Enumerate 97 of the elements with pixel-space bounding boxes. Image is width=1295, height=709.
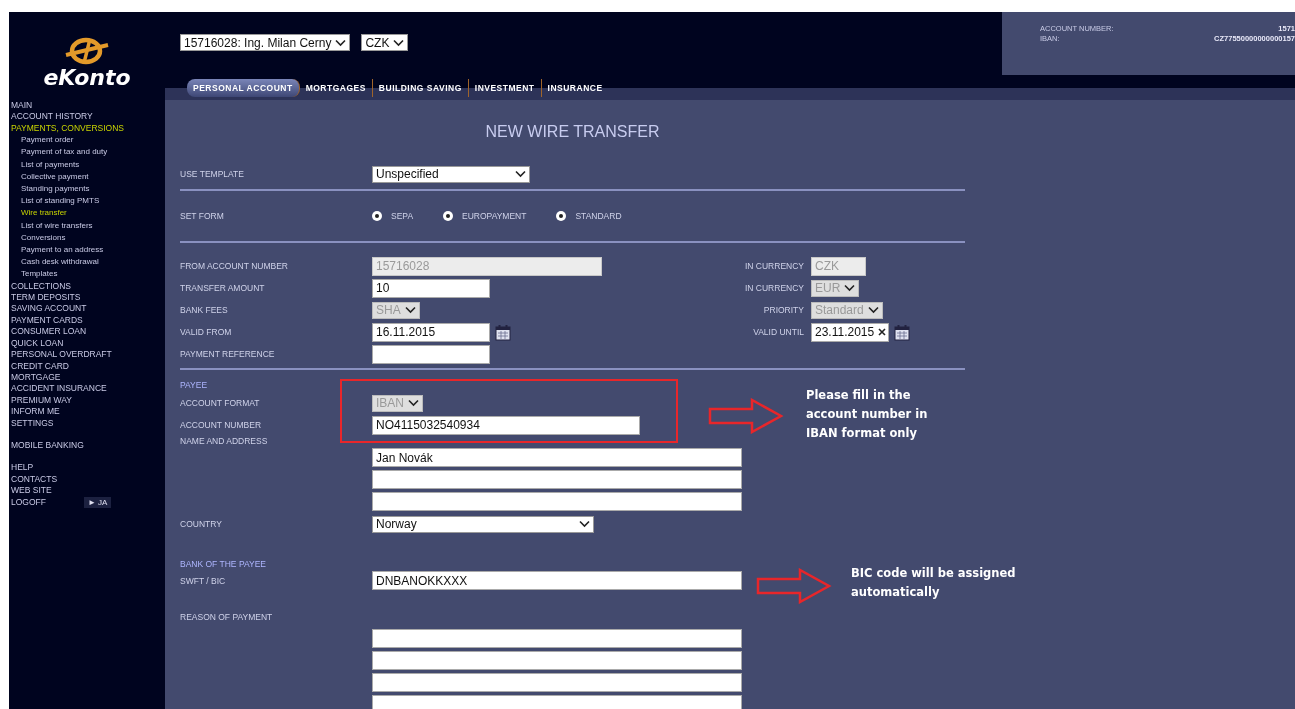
sidebar-link[interactable]: MOBILE BANKING [9,439,84,452]
field-label: PAYMENT REFERENCE [180,349,276,359]
text-field[interactable] [372,470,742,489]
text-field[interactable] [372,629,742,648]
sidebar-link[interactable]: CREDIT CARD [9,360,69,372]
sidebar-link[interactable]: ACCOUNT HISTORY [9,111,93,123]
annotation-text: BIC code will be assigned automatically [851,565,1017,601]
select-field[interactable]: Norway [372,515,594,533]
radio-label: SEPA [391,211,414,221]
sidebar-link[interactable]: Templates [9,268,58,281]
sidebar-link[interactable]: Standing payments [9,183,90,196]
calendar-icon[interactable] [894,323,910,341]
section-heading: PAYEE [180,380,209,390]
sidebar-link[interactable]: PREMIUM WAY [9,394,72,407]
radio-button[interactable] [372,211,382,221]
text-field[interactable]: Jan Novák [372,448,742,467]
chevron-icon [579,520,590,528]
sidebar-link[interactable]: Payment order [9,134,74,147]
sidebar-link[interactable]: LOGOFF [9,496,46,508]
currency-select[interactable]: CZK [361,34,409,51]
sidebar-link[interactable]: MAIN [9,100,33,112]
sidebar-link[interactable]: CONTACTS [9,473,58,486]
sidebar-link[interactable]: WEB SITE [9,485,52,497]
section-heading: BANK OF THE PAYEE [180,559,267,569]
sidebar-link[interactable]: List of payments [9,158,80,171]
nav-tab[interactable]: MORTGAGES [299,78,373,97]
nav-tab[interactable]: PERSONAL ACCOUNT [187,78,300,97]
field-label: PRIORITY [762,305,804,315]
field-label: NAME AND ADDRESS [180,436,269,446]
form-title: NEW WIRE TRANSFER [484,122,661,142]
language-button[interactable]: ► JA [83,496,112,508]
sidebar-link[interactable]: List of standing PMTS [9,195,100,208]
nav-tab[interactable]: INSURANCE [541,78,609,97]
sidebar-link[interactable]: COLLECTIONS [9,280,71,293]
text-field[interactable]: DNBANOKKXXX [372,571,742,590]
sidebar-link[interactable]: MORTGAGE [9,371,61,384]
sidebar-link[interactable]: Cash desk withdrawal [9,256,99,269]
chevron-icon [515,170,526,178]
sidebar-link[interactable]: HELP [9,462,34,474]
field-label: USE TEMPLATE [180,169,245,179]
radio-button[interactable] [556,211,567,221]
sidebar-link[interactable]: PERSONAL OVERDRAFT [9,349,112,361]
text-field[interactable] [372,695,742,709]
text-field[interactable] [372,673,742,692]
field-label: TRANSFER AMOUNT [180,283,266,293]
sidebar-link[interactable]: Wire transfer [9,207,67,220]
calendar-icon[interactable] [495,323,511,341]
sidebar-link[interactable]: PAYMENT CARDS [9,314,83,327]
chevron-icon [393,38,405,47]
field-label: IN CURRENCY [743,261,804,271]
chevron-icon [867,306,879,314]
field-label: COUNTRY [180,519,223,529]
chevron-icon [404,306,416,314]
logo-text: eKonto [43,66,131,90]
logo-icon [64,36,110,66]
field-label: ACCOUNT NUMBER [180,420,263,430]
text-field[interactable] [372,651,742,670]
sidebar-link[interactable]: SAVING ACCOUNT [9,303,87,315]
sidebar-link[interactable]: Collective payment [9,170,89,184]
sidebar-link[interactable]: CONSUMER LOAN [9,326,87,338]
field-label: SWFT / BIC [180,575,227,586]
text-field[interactable] [372,344,490,364]
field-label: ACCOUNT FORMAT [180,398,261,408]
radio-label: STANDARD [575,211,622,221]
sidebar-link[interactable]: List of wire transfers [9,219,93,232]
sidebar-link[interactable]: Conversions [9,231,66,245]
sidebar-link[interactable]: ACCIDENT INSURANCE [9,383,107,395]
field-label: VALID UNTIL [752,327,804,337]
sidebar-link[interactable]: INFORM ME [9,406,60,418]
sidebar-link[interactable]: TERM DEPOSITS [9,292,81,304]
annotation-text: Please fill in the account number in IBAN format only [806,387,929,442]
sidebar-link[interactable]: SETTINGS [9,417,54,429]
sidebar-link[interactable]: Payment to an address [9,244,104,257]
text-field[interactable]: NO4115032540934 [372,415,640,435]
chevron-icon [335,38,347,47]
field-label: VALID FROM [180,327,233,337]
text-field[interactable] [372,492,742,511]
sidebar-link[interactable]: PAYMENTS, CONVERSIONS [9,122,125,135]
sidebar-link[interactable]: Payment of tax and duty [9,146,108,159]
date-field[interactable]: 16.11.2015 [372,322,490,342]
sidebar-link[interactable]: QUICK LOAN [9,337,64,350]
nav-tab[interactable]: INVESTMENT [468,78,542,97]
radio-label: EUROPAYMENT [462,211,527,221]
field-label: BANK FEES [180,305,229,315]
clear-icon[interactable] [878,328,886,336]
field-label: IN CURRENCY [743,283,804,293]
nav-tab[interactable]: BUILDING SAVING [372,78,469,97]
date-field[interactable]: 23.11.2015 [811,322,889,342]
account-select[interactable]: 15716028: Ing. Milan Cerny [180,34,351,51]
chevron-icon [844,284,856,292]
field-label: SET FORM [180,211,225,221]
text-field[interactable]: 10 [372,278,490,298]
field-label: REASON OF PAYMENT [180,612,274,622]
select-field[interactable]: Unspecified [372,165,530,183]
chevron-icon [408,399,419,407]
field-label: FROM ACCOUNT NUMBER [180,261,289,271]
radio-button[interactable] [443,211,454,221]
